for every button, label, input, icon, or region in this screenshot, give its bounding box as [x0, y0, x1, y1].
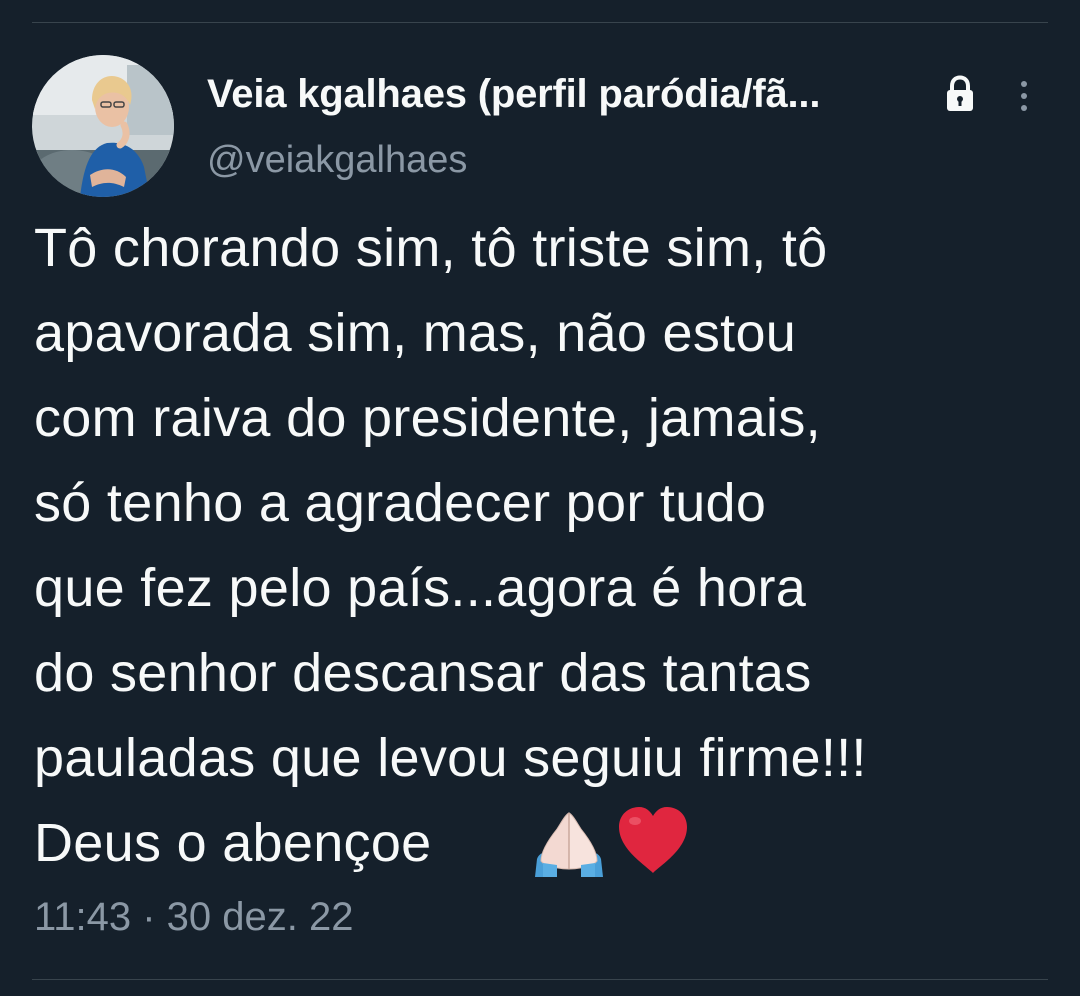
tweet-text-line: Tô chorando sim, tô triste sim, tô — [34, 218, 828, 278]
lock-icon — [947, 75, 973, 111]
top-divider — [32, 22, 1048, 23]
avatar[interactable] — [32, 55, 174, 197]
bottom-divider — [32, 979, 1048, 980]
tweet-text-line: apavorada sim, mas, não estou — [34, 303, 797, 363]
tweet-text: Tô chorando sim, tô triste sim, tô apavo… — [34, 206, 1064, 886]
avatar-photo — [32, 55, 174, 197]
folded-hands-icon — [535, 812, 603, 877]
tweet-timestamp[interactable]: 11:43 · 30 dez. 22 — [34, 895, 354, 940]
author-handle[interactable]: @veiakgalhaes — [207, 139, 467, 182]
red-heart-icon — [619, 807, 687, 873]
tweet-text-line: pauladas que levou seguiu firme!!! — [34, 728, 867, 788]
tweet-text-line: do senhor descansar das tantas — [34, 643, 812, 703]
more-vertical-icon[interactable] — [1012, 78, 1036, 114]
tweet-text-line: com raiva do presidente, jamais, — [34, 388, 821, 448]
tweet-text-line: que fez pelo país...agora é hora — [34, 558, 807, 618]
tweet-text-line: só tenho a agradecer por tudo — [34, 473, 767, 533]
author-display-name[interactable]: Veia kgalhaes (perfil paródia/fã... — [207, 72, 820, 117]
